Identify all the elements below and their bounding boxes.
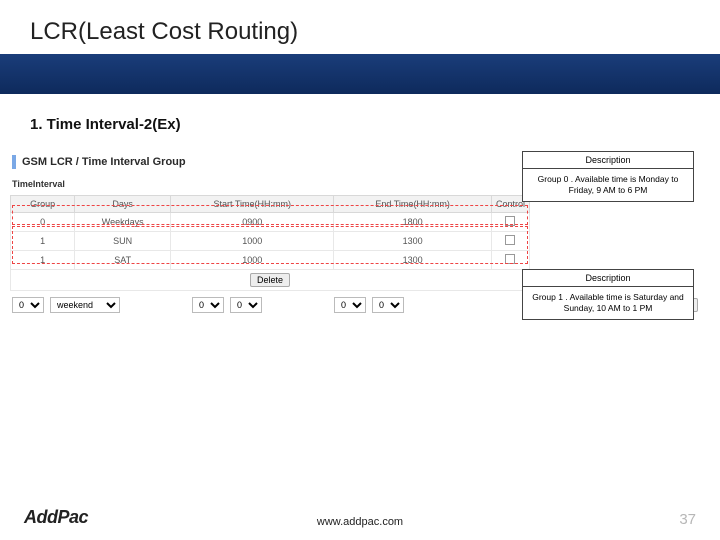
delete-row: Delete bbox=[11, 270, 530, 291]
group-select[interactable]: 0 bbox=[12, 297, 44, 313]
col-start: Start Time(HH:mm) bbox=[171, 196, 334, 213]
section-bar-icon bbox=[12, 155, 16, 169]
description-box-2: Description Group 1 . Available time is … bbox=[522, 269, 694, 320]
end-hour-select[interactable]: 0 bbox=[334, 297, 366, 313]
cell-start: 1000 bbox=[171, 232, 334, 251]
cell-days: SAT bbox=[75, 251, 171, 270]
delete-cell: Delete bbox=[11, 270, 530, 291]
content-area: GSM LCR / Time Interval Group TimeInterv… bbox=[10, 151, 700, 319]
section-title: GSM LCR / Time Interval Group bbox=[22, 156, 186, 168]
logo: AddPac bbox=[24, 507, 88, 528]
checkbox-icon[interactable] bbox=[505, 254, 515, 264]
page-number: 37 bbox=[679, 511, 696, 528]
checkbox-icon[interactable] bbox=[505, 235, 515, 245]
cell-end: 1300 bbox=[334, 232, 492, 251]
cell-days: Weekdays bbox=[75, 213, 171, 232]
cell-days: SUN bbox=[75, 232, 171, 251]
cell-end: 1800 bbox=[334, 213, 492, 232]
cell-control bbox=[491, 251, 529, 270]
description-head: Description bbox=[523, 270, 693, 287]
start-hour-select[interactable]: 0 bbox=[192, 297, 224, 313]
description-head: Description bbox=[523, 152, 693, 169]
time-interval-table: Group Days Start Time(HH:mm) End Time(HH… bbox=[10, 195, 530, 291]
cell-control bbox=[491, 213, 529, 232]
cell-group: 1 bbox=[11, 251, 75, 270]
col-group: Group bbox=[11, 196, 75, 213]
table-header-row: Group Days Start Time(HH:mm) End Time(HH… bbox=[11, 196, 530, 213]
footer: AddPac www.addpac.com 37 bbox=[0, 507, 720, 528]
cell-start: 0900 bbox=[171, 213, 334, 232]
delete-button[interactable]: Delete bbox=[250, 273, 290, 287]
col-end: End Time(HH:mm) bbox=[334, 196, 492, 213]
description-box-1: Description Group 0 . Available time is … bbox=[522, 151, 694, 202]
checkbox-icon[interactable] bbox=[505, 216, 515, 226]
subtitle: 1. Time Interval-2(Ex) bbox=[0, 94, 720, 143]
page-title: LCR(Least Cost Routing) bbox=[30, 18, 690, 46]
cell-control bbox=[491, 232, 529, 251]
cell-end: 1300 bbox=[334, 251, 492, 270]
description-body: Group 0 . Available time is Monday to Fr… bbox=[523, 169, 693, 201]
title-bar: LCR(Least Cost Routing) bbox=[0, 0, 720, 54]
table-row: 1 SUN 1000 1300 bbox=[11, 232, 530, 251]
start-min-select[interactable]: 0 bbox=[230, 297, 262, 313]
blue-band bbox=[0, 54, 720, 94]
col-days: Days bbox=[75, 196, 171, 213]
table-row: 1 SAT 1000 1300 bbox=[11, 251, 530, 270]
cell-group: 0 bbox=[11, 213, 75, 232]
cell-start: 1000 bbox=[171, 251, 334, 270]
description-body: Group 1 . Available time is Saturday and… bbox=[523, 287, 693, 319]
cell-group: 1 bbox=[11, 232, 75, 251]
day-select[interactable]: weekend bbox=[50, 297, 120, 313]
footer-url: www.addpac.com bbox=[317, 516, 403, 528]
table-row: 0 Weekdays 0900 1800 bbox=[11, 213, 530, 232]
end-min-select[interactable]: 0 bbox=[372, 297, 404, 313]
